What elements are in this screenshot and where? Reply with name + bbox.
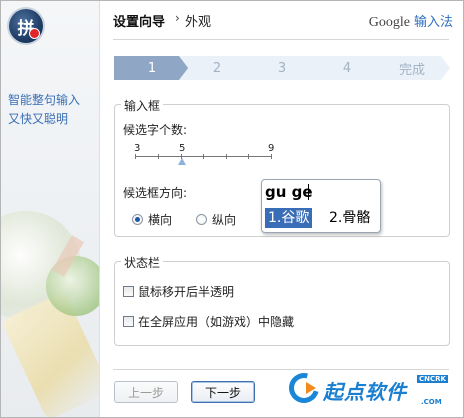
preview-input-text: gu ge [265, 183, 313, 201]
slider-tick [226, 154, 227, 159]
input-box-group-title: 输入框 [121, 97, 164, 114]
radio-horizontal-dot-icon[interactable] [132, 214, 143, 225]
tagline-line-1: 智能整句输入 [8, 93, 81, 107]
candidate-count-label: 候选字个数: [123, 123, 188, 137]
radio-vertical-label: 纵向 [212, 213, 237, 227]
preview-alt-candidate: 2.骨骼 [329, 210, 371, 226]
tick-label-mid: 5 [179, 143, 186, 154]
header-divider [113, 39, 449, 40]
preview-selected-candidate: 1.谷歌 [265, 208, 313, 228]
footer-divider [113, 369, 449, 370]
slider-tick [158, 154, 159, 159]
slider-tick-labels: 3 5 9 [131, 143, 281, 155]
slider-tick [271, 154, 272, 159]
step-1-label: 1 [147, 60, 157, 76]
candidate-count-slider[interactable]: 3 5 9 [131, 143, 281, 167]
tagline-line-2: 又快又聪明 [8, 112, 69, 126]
breadcrumb-separator: › [175, 11, 180, 25]
watermark-circle-icon [283, 367, 325, 409]
watermark-tag: CNCRK [417, 375, 448, 383]
left-panel: 拼 智能整句输入 又快又聪明 [1, 1, 100, 417]
radio-horizontal-label: 横向 [148, 213, 173, 227]
setup-wizard-window: 拼 智能整句输入 又快又聪明 设置向导 › 外观 Google 输入法 1 2 3… [0, 0, 464, 418]
slider-thumb[interactable] [178, 158, 186, 165]
tick-label-min: 3 [134, 143, 141, 154]
header: 设置向导 › 外观 Google 输入法 [113, 11, 453, 31]
slider-tick [248, 154, 249, 159]
step-4: 4 [309, 56, 385, 80]
checkbox-translucent-label: 鼠标移开后半透明 [138, 285, 235, 299]
checkbox-hide-fullscreen[interactable]: 在全屏应用（如游戏）中隐藏 [123, 313, 294, 330]
checkbox-hide-fullscreen-box-icon[interactable] [123, 316, 134, 327]
brand-product: 输入法 [413, 15, 453, 30]
tick-label-max: 9 [268, 143, 275, 154]
status-bar-group: 状态栏 [114, 254, 450, 346]
slider-tick [203, 154, 204, 159]
pinyin-logo-icon: 拼 [9, 9, 43, 43]
step-4-label: 4 [342, 60, 352, 76]
watermark-arrow-icon [306, 382, 316, 394]
sidebar-tagline: 智能整句输入 又快又聪明 [8, 91, 80, 129]
step-finish-label: 完成 [398, 62, 425, 78]
page-title: 设置向导 [113, 15, 166, 30]
logo-red-dot-icon [29, 28, 40, 39]
step-finish: 完成 [374, 56, 450, 80]
step-3: 3 [244, 56, 320, 80]
step-2-label: 2 [212, 60, 222, 76]
breadcrumb: 外观 [185, 15, 212, 30]
step-indicator: 1 2 3 4 完成 [114, 56, 450, 80]
watermark-sub: .COM [421, 398, 442, 406]
slider-tick [135, 154, 136, 159]
watermark-logo: 起点软件 CNCRK .COM [283, 367, 459, 412]
radio-vertical[interactable]: 纵向 [196, 211, 236, 228]
step-2: 2 [179, 56, 255, 80]
radio-horizontal[interactable]: 横向 [132, 211, 172, 228]
brand-google: Google [368, 15, 410, 30]
status-bar-group-title: 状态栏 [121, 254, 164, 271]
watermark-text: 起点软件 [323, 380, 407, 404]
radio-vertical-dot-icon[interactable] [196, 214, 207, 225]
prev-button[interactable]: 上一步 [114, 381, 178, 403]
candidate-direction-label: 候选框方向: [123, 186, 188, 200]
next-button[interactable]: 下一步 [191, 381, 255, 403]
checkbox-translucent-box-icon[interactable] [123, 286, 134, 297]
step-1: 1 [114, 56, 190, 80]
candidate-preview: gu ge 1.谷歌 2.骨骼 [261, 179, 381, 233]
checkbox-translucent[interactable]: 鼠标移开后半透明 [123, 283, 234, 300]
checkbox-hide-fullscreen-label: 在全屏应用（如游戏）中隐藏 [138, 315, 295, 329]
step-3-label: 3 [277, 60, 287, 76]
text-cursor-icon [308, 184, 309, 200]
brand: Google 输入法 [369, 11, 453, 31]
